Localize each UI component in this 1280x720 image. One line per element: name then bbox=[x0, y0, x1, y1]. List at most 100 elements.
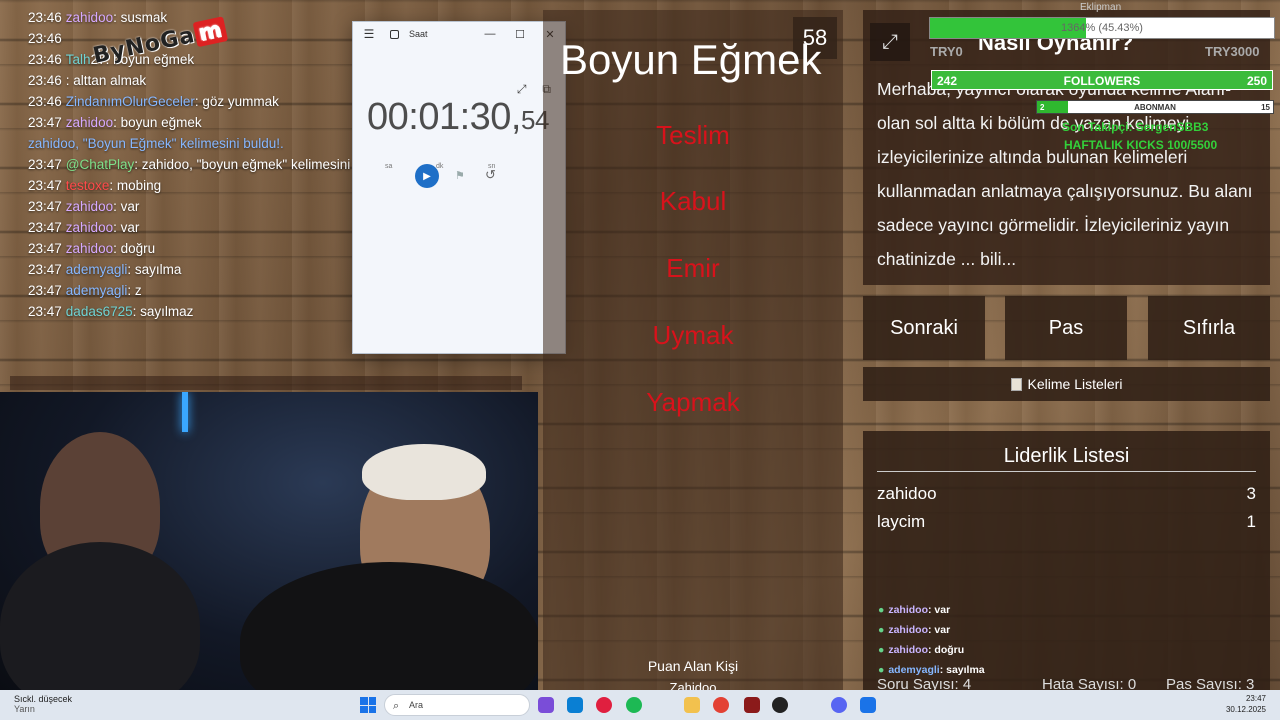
discord-icon[interactable] bbox=[831, 697, 847, 713]
leaderboard-row: zahidoo 3 bbox=[877, 484, 1256, 504]
donation-goal-bar: 1364% (45.43%) bbox=[929, 17, 1275, 39]
overlay-chat-user: ademyagli bbox=[888, 664, 940, 676]
fullscreen-icon[interactable]: ⤢ bbox=[870, 23, 910, 61]
leaderboard-name: laycim bbox=[877, 512, 926, 531]
stopwatch-display: 00:01:30,54 bbox=[367, 96, 549, 139]
leaderboard-score: 3 bbox=[1246, 484, 1256, 503]
chat-user[interactable]: zahidoo bbox=[66, 115, 113, 130]
chat-system-message: zahidoo, "Boyun Eğmek" kelimesini buldu!… bbox=[28, 136, 284, 151]
channel-logo-badge: m bbox=[192, 16, 229, 48]
overlay-chat-line: ● zahidoo: var bbox=[878, 624, 950, 636]
leaderboard-score: 1 bbox=[1246, 512, 1256, 531]
chat-user[interactable]: @ChatPlay bbox=[66, 157, 134, 172]
reset-icon[interactable]: ↺ bbox=[485, 167, 496, 183]
file-explorer-icon[interactable] bbox=[684, 697, 700, 713]
taboo-word: Teslim bbox=[656, 120, 730, 150]
play-button[interactable]: ▶ bbox=[415, 164, 439, 188]
blue-light bbox=[182, 392, 188, 432]
chat-time: 23:47 bbox=[28, 157, 62, 172]
streamer-right-body bbox=[240, 562, 538, 695]
chat-time: 23:47 bbox=[28, 115, 62, 130]
weather-widget[interactable]: Sıckl. düşecek Yarın bbox=[14, 694, 72, 714]
overlay-chat-message: : doğru bbox=[928, 644, 965, 656]
chat-user[interactable]: dadas6725 bbox=[66, 304, 133, 319]
pass-button[interactable]: Pas bbox=[1005, 296, 1127, 360]
chat-divider bbox=[10, 376, 522, 390]
chat-user[interactable]: zahidoo bbox=[66, 241, 113, 256]
chat-message: : doğru bbox=[113, 241, 156, 256]
overlay-chat-user: zahidoo bbox=[888, 624, 929, 636]
clock-window[interactable]: ☰ Saat — ☐ ✕ ⤢ ⧉ 00:01:30,54 sa dk sn ▶ … bbox=[352, 21, 566, 354]
next-button[interactable]: Sonraki bbox=[863, 296, 985, 360]
try-right-label: TRY3000 bbox=[1205, 44, 1260, 59]
chat-time: 23:47 bbox=[28, 178, 62, 193]
overlay-eklipman-label: Eklipman bbox=[1080, 2, 1122, 13]
chat-line: 23:46 zahidoo: susmak bbox=[28, 10, 167, 25]
word-lists-button[interactable]: Kelime Listeleri bbox=[863, 367, 1270, 401]
word-lists-label: Kelime Listeleri bbox=[1027, 376, 1123, 392]
taboo-word: Yapmak bbox=[646, 387, 740, 417]
taboo-word: Emir bbox=[666, 253, 720, 283]
clock-date: 30.12.2025 bbox=[1225, 705, 1266, 714]
followers-label: FOLLOWERS bbox=[1063, 74, 1141, 88]
chat-user[interactable]: zahidoo bbox=[66, 199, 113, 214]
try-left-label: TRY0 bbox=[930, 44, 963, 59]
expand-icon[interactable]: ⤢ bbox=[517, 82, 527, 97]
chat-user[interactable]: zahidoo bbox=[66, 10, 113, 25]
spotify-icon[interactable] bbox=[626, 697, 642, 713]
stream-chat: 23:46 zahidoo: susmak 23:46 23:46 Talh27: … bbox=[0, 6, 352, 326]
system-clock[interactable]: 23:47 30.12.2025 bbox=[1226, 693, 1266, 715]
taboo-word: Kabul bbox=[659, 186, 727, 216]
overlay-chat-message: : var bbox=[928, 604, 951, 616]
chat-message: : var bbox=[113, 199, 140, 214]
stopwatch-controls: ▶ ⚑ ↺ bbox=[413, 164, 513, 190]
maximize-button[interactable]: ☐ bbox=[505, 28, 535, 41]
chat-user[interactable]: zahidoo bbox=[66, 220, 113, 235]
menu-icon[interactable]: ☰ bbox=[353, 27, 385, 41]
start-button[interactable] bbox=[360, 697, 376, 713]
chrome-icon[interactable] bbox=[713, 697, 729, 713]
photos-icon[interactable] bbox=[860, 697, 876, 713]
search-placeholder: Ara bbox=[409, 700, 424, 710]
clock-app-icon bbox=[385, 28, 403, 40]
chat-line: 23:47 testoxe: mobing bbox=[28, 178, 161, 193]
chat-line: 23:47 zahidoo: var bbox=[28, 199, 139, 214]
chat-time: 23:47 bbox=[28, 199, 62, 214]
taboo-word: Uymak bbox=[652, 320, 734, 350]
chat-time: 23:46 bbox=[28, 31, 62, 46]
chat-line: 23:47 zahidoo: var bbox=[28, 220, 139, 235]
obs-icon[interactable] bbox=[772, 697, 788, 713]
chat-message: : alttan almak bbox=[65, 73, 147, 88]
minimize-button[interactable]: — bbox=[475, 28, 505, 40]
taskbar-search[interactable]: ⌕ Ara bbox=[384, 694, 530, 716]
chat-time: 23:46 bbox=[28, 94, 62, 109]
reset-button[interactable]: Sıfırla bbox=[1148, 296, 1270, 360]
copilot-icon[interactable] bbox=[538, 697, 554, 713]
edge-icon[interactable] bbox=[567, 697, 583, 713]
chat-time: 23:47 bbox=[28, 262, 62, 277]
chat-user[interactable]: Talh bbox=[66, 52, 91, 67]
chat-time: 23:46 bbox=[28, 73, 62, 88]
chat-user[interactable]: testoxe bbox=[66, 178, 110, 193]
chat-user[interactable]: ademyagli bbox=[66, 283, 128, 298]
overlay-chat-line: ● ademyagli: sayılma bbox=[878, 664, 985, 676]
weather-title: Sıckl. düşecek bbox=[14, 694, 73, 704]
app-icon[interactable] bbox=[744, 697, 760, 713]
streamer-left-body bbox=[0, 542, 200, 695]
subscriber-goal-bar: 2 ABONMAN 15 bbox=[1036, 100, 1274, 114]
followers-goal: 250 bbox=[1246, 74, 1267, 88]
target-word: Boyun Eğmek bbox=[560, 36, 822, 83]
media-player-icon[interactable] bbox=[596, 697, 612, 713]
chat-user[interactable]: ZindanımOlurGeceler bbox=[66, 94, 195, 109]
chat-line: 23:46: alttan almak bbox=[28, 73, 146, 88]
chat-line: 23:47 ademyagli: sayılma bbox=[28, 262, 181, 277]
followers-goal-bar: 242 FOLLOWERS 250 bbox=[931, 70, 1273, 90]
clock-titlebar[interactable]: ☰ Saat — ☐ ✕ bbox=[353, 22, 565, 46]
overlay-chat-message: : var bbox=[928, 624, 951, 636]
lap-flag-icon[interactable]: ⚑ bbox=[455, 169, 465, 182]
chat-message: : var bbox=[113, 220, 140, 235]
chat-line: 23:46 ZindanımOlurGeceler: göz yummak bbox=[28, 94, 279, 109]
chat-user[interactable]: ademyagli bbox=[66, 262, 128, 277]
chat-line: 23:46 bbox=[28, 31, 66, 46]
chat-time: 23:47 bbox=[28, 283, 62, 298]
